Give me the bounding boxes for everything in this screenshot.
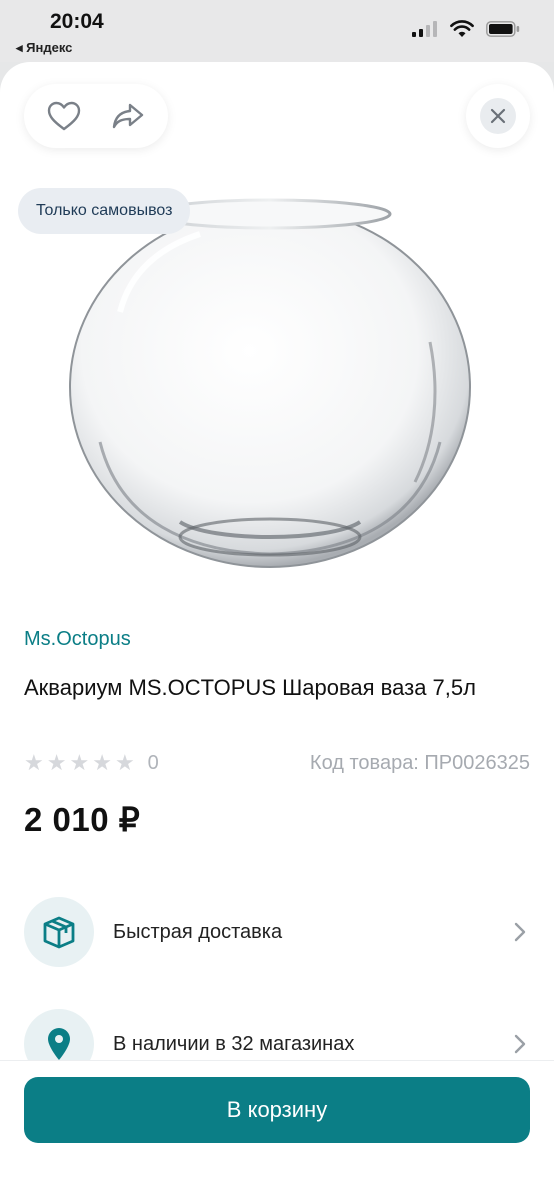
action-pill: [24, 84, 168, 148]
rating-count: 0: [147, 751, 159, 774]
star-icon: ★: [69, 750, 90, 775]
wifi-icon: [450, 20, 474, 37]
chevron-right-icon: [510, 922, 530, 942]
star-icon: ★: [114, 750, 135, 775]
star-icon: ★: [46, 750, 67, 775]
share-button[interactable]: [104, 92, 152, 140]
close-button[interactable]: [480, 98, 516, 134]
battery-icon: [486, 21, 520, 37]
row-icon-wrap: [24, 897, 94, 967]
product-sheet: Только самовывоз Ms.Octopus Аквариум MS.…: [0, 62, 554, 1200]
close-icon: [490, 108, 506, 124]
product-sku: Код товара: ПР0026325: [309, 752, 530, 774]
chevron-right-icon: [510, 1034, 530, 1054]
favorite-button[interactable]: [40, 92, 88, 140]
heart-icon: [47, 101, 81, 131]
signal-icon: [412, 21, 437, 37]
close-button-wrapper: [466, 84, 530, 148]
bottom-bar: В корзину: [0, 1060, 554, 1200]
product-image[interactable]: [60, 192, 480, 592]
fast-delivery-row[interactable]: Быстрая доставка: [24, 896, 530, 968]
location-pin-icon: [48, 1028, 70, 1060]
brand-link[interactable]: Ms.Octopus: [24, 628, 131, 651]
star-icon: ★: [92, 750, 112, 775]
store-availability-label: В наличии в 32 магазинах: [113, 1032, 355, 1055]
status-icons: [412, 20, 520, 38]
share-arrow-icon: [112, 103, 144, 129]
fast-delivery-label: Быстрая доставка: [113, 920, 283, 943]
product-price: 2 010 ₽: [24, 801, 141, 838]
box-icon: [43, 916, 75, 949]
back-to-app-link[interactable]: ◂ Яндекс: [16, 40, 72, 56]
star-icon: ★: [24, 750, 44, 775]
rating[interactable]: ★ ★ ★ ★ ★ 0: [24, 750, 159, 776]
status-bar: 20:04 ◂ Яндекс: [0, 0, 554, 62]
product-title: Аквариум MS.OCTOPUS Шаровая ваза 7,5л: [24, 675, 476, 700]
status-time: 20:04: [50, 10, 104, 33]
add-to-cart-button[interactable]: В корзину: [24, 1077, 530, 1143]
pickup-only-badge: Только самовывоз: [18, 188, 191, 234]
